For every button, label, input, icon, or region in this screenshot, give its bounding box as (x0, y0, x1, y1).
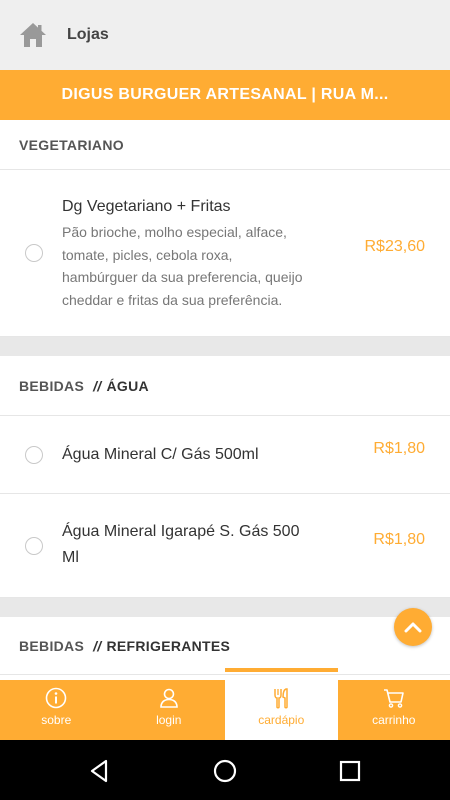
tab-login[interactable]: login (113, 680, 226, 740)
back-icon[interactable] (87, 758, 113, 784)
section-sublabel: ÁGUA (106, 377, 149, 394)
item-name: Água Mineral Igarapé S. Gás 500 Ml (62, 523, 300, 566)
recent-apps-icon[interactable] (337, 758, 363, 784)
menu-item-agua-sem-gas[interactable]: Água Mineral Igarapé S. Gás 500 Ml R$1,8… (0, 494, 450, 598)
item-name: Água Mineral C/ Gás 500ml (62, 446, 259, 463)
scroll-to-top-button[interactable] (394, 608, 432, 646)
section-label: BEBIDAS (19, 377, 85, 394)
menu-item-dg-vegetariano[interactable]: Dg Vegetariano + Fritas Pão brioche, mol… (0, 170, 450, 337)
app-screen: Lojas DIGUS BURGUER ARTESANAL | RUA M...… (0, 0, 450, 800)
info-icon (45, 687, 67, 709)
section-label: BEBIDAS (19, 637, 85, 654)
user-icon (159, 688, 178, 708)
item-radio[interactable] (25, 446, 43, 464)
cutlery-icon (274, 688, 288, 709)
store-name-bar: DIGUS BURGUER ARTESANAL | RUA M... (0, 70, 450, 120)
section-divider (0, 598, 450, 617)
section-separator: // (93, 377, 102, 394)
section-header-vegetariano: VEGETARIANO (0, 120, 450, 170)
tab-label: carrinho (372, 713, 416, 727)
tab-sobre[interactable]: sobre (0, 680, 113, 740)
tab-label: cardápio (258, 713, 305, 727)
section-header-bebidas-refrigerantes: BEBIDAS // REFRIGERANTES (0, 617, 450, 675)
top-bar: Lojas (0, 0, 450, 70)
tab-label: sobre (41, 713, 72, 727)
tab-cardapio[interactable]: cardápio (225, 668, 338, 740)
item-price: R$1,80 (373, 440, 425, 457)
section-divider (0, 337, 450, 356)
section-header-bebidas-agua: BEBIDAS // ÁGUA (0, 356, 450, 416)
bottom-navigation: sobre login cardápio carrinho (0, 668, 450, 740)
section-separator: // (93, 637, 102, 654)
item-price: R$23,60 (364, 238, 426, 255)
item-name: Dg Vegetariano + Fritas (62, 198, 231, 215)
menu-list[interactable]: VEGETARIANO Dg Vegetariano + Fritas Pão … (0, 120, 450, 680)
tab-label: login (156, 713, 182, 727)
home-icon[interactable] (18, 21, 48, 49)
menu-item-agua-com-gas[interactable]: Água Mineral C/ Gás 500ml R$1,80 (0, 416, 450, 494)
chevron-up-icon (404, 622, 422, 633)
system-navigation-bar (0, 740, 450, 800)
section-sublabel: REFRIGERANTES (106, 637, 231, 654)
item-radio[interactable] (25, 537, 43, 555)
section-label: VEGETARIANO (19, 136, 124, 153)
item-description: Pão brioche, molho especial, alface, tom… (62, 224, 303, 308)
item-radio[interactable] (25, 244, 43, 262)
page-title[interactable]: Lojas (67, 26, 109, 44)
item-price: R$1,80 (373, 531, 425, 548)
tab-carrinho[interactable]: carrinho (338, 680, 450, 740)
home-circle-icon[interactable] (212, 758, 238, 784)
cart-icon (383, 689, 404, 708)
